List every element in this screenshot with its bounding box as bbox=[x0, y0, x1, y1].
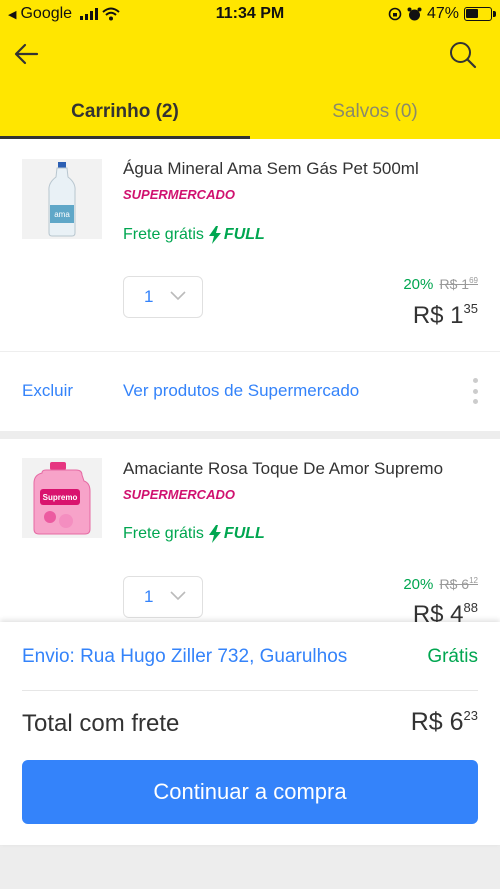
old-price: R$ 169 bbox=[439, 276, 478, 292]
discount-row: 20% R$ 612 bbox=[403, 576, 478, 593]
status-right: 47% bbox=[388, 5, 496, 23]
softener-bottle-icon: Supremo bbox=[33, 462, 91, 535]
search-icon bbox=[450, 42, 477, 69]
status-bar: ◀ Google 11:34 PM 47% bbox=[0, 0, 500, 28]
full-label: FULL bbox=[223, 525, 265, 542]
quantity-value: 1 bbox=[144, 287, 154, 306]
old-price-cents: 12 bbox=[469, 576, 478, 585]
price-cents: 35 bbox=[463, 301, 478, 316]
full-label: FULL bbox=[223, 226, 265, 243]
full-badge: FULL bbox=[208, 525, 265, 543]
full-badge: FULL bbox=[208, 226, 265, 244]
price-int: R$ 1 bbox=[412, 302, 464, 329]
checkout-footer: Envio: Rua Hugo Ziller 732, Guarulhos Gr… bbox=[0, 622, 500, 845]
discount-percent: 20% bbox=[403, 276, 434, 293]
more-options-icon[interactable] bbox=[470, 378, 480, 404]
shipping-info: Frete grátis FULL bbox=[123, 226, 265, 244]
shipping-cost: Grátis bbox=[427, 646, 478, 667]
free-shipping-label: Frete grátis bbox=[123, 525, 204, 542]
product-image[interactable]: Supremo bbox=[22, 458, 102, 538]
total-price: R$ 623 bbox=[411, 708, 478, 737]
svg-text:ama: ama bbox=[54, 210, 70, 219]
continue-purchase-button[interactable]: Continuar a compra bbox=[22, 760, 478, 824]
cart-item: Supremo Amaciante Rosa Toque De Amor Sup… bbox=[0, 439, 500, 629]
discount-percent: 20% bbox=[403, 576, 434, 593]
see-store-products-link[interactable]: Ver produtos de Supermercado bbox=[123, 381, 359, 401]
shipping-info: Frete grátis FULL bbox=[123, 525, 265, 543]
store-label: SUPERMERCADO bbox=[123, 487, 235, 502]
discount-row: 20% R$ 169 bbox=[403, 276, 478, 293]
shipping-address-link[interactable]: Envio: Rua Hugo Ziller 732, Guarulhos bbox=[22, 646, 347, 668]
water-bottle-icon: ama bbox=[48, 162, 76, 237]
app-header: ◀ Google 11:34 PM 47% Carrinho (2) Salvo… bbox=[0, 0, 500, 139]
total-int: R$ 6 bbox=[410, 708, 464, 736]
svg-text:Supremo: Supremo bbox=[43, 493, 78, 502]
rotation-lock-icon bbox=[388, 7, 402, 21]
product-title[interactable]: Água Mineral Ama Sem Gás Pet 500ml bbox=[123, 159, 478, 179]
arrow-left-icon bbox=[14, 43, 39, 65]
product-title[interactable]: Amaciante Rosa Toque De Amor Supremo bbox=[123, 459, 478, 479]
tab-cart[interactable]: Carrinho (2) bbox=[0, 95, 250, 139]
search-button[interactable] bbox=[448, 40, 478, 70]
battery-icon bbox=[464, 7, 496, 21]
total-cents: 23 bbox=[463, 708, 478, 723]
battery-percent: 47% bbox=[426, 5, 459, 22]
alarm-icon bbox=[407, 7, 422, 20]
divider bbox=[0, 351, 500, 352]
quantity-value: 1 bbox=[144, 587, 154, 606]
free-shipping-label: Frete grátis bbox=[123, 226, 204, 243]
price-cents: 88 bbox=[463, 600, 478, 615]
quantity-select[interactable]: 1 bbox=[123, 576, 203, 618]
store-label: SUPERMERCADO bbox=[123, 187, 235, 202]
remove-button[interactable]: Excluir bbox=[22, 381, 73, 401]
tab-saved[interactable]: Salvos (0) bbox=[250, 95, 500, 139]
old-price: R$ 612 bbox=[439, 576, 478, 592]
lightning-icon bbox=[208, 525, 221, 543]
item-price: R$ 135 bbox=[413, 301, 478, 330]
back-button[interactable] bbox=[10, 38, 42, 70]
old-price-cents: 69 bbox=[469, 276, 478, 285]
quantity-select[interactable]: 1 bbox=[123, 276, 203, 318]
lightning-icon bbox=[208, 226, 221, 244]
chevron-down-icon bbox=[170, 591, 186, 601]
divider bbox=[22, 690, 478, 691]
product-image[interactable]: ama bbox=[22, 159, 102, 239]
cart-item: ama Água Mineral Ama Sem Gás Pet 500ml S… bbox=[0, 139, 500, 431]
total-label: Total com frete bbox=[22, 710, 180, 737]
chevron-down-icon bbox=[170, 291, 186, 301]
